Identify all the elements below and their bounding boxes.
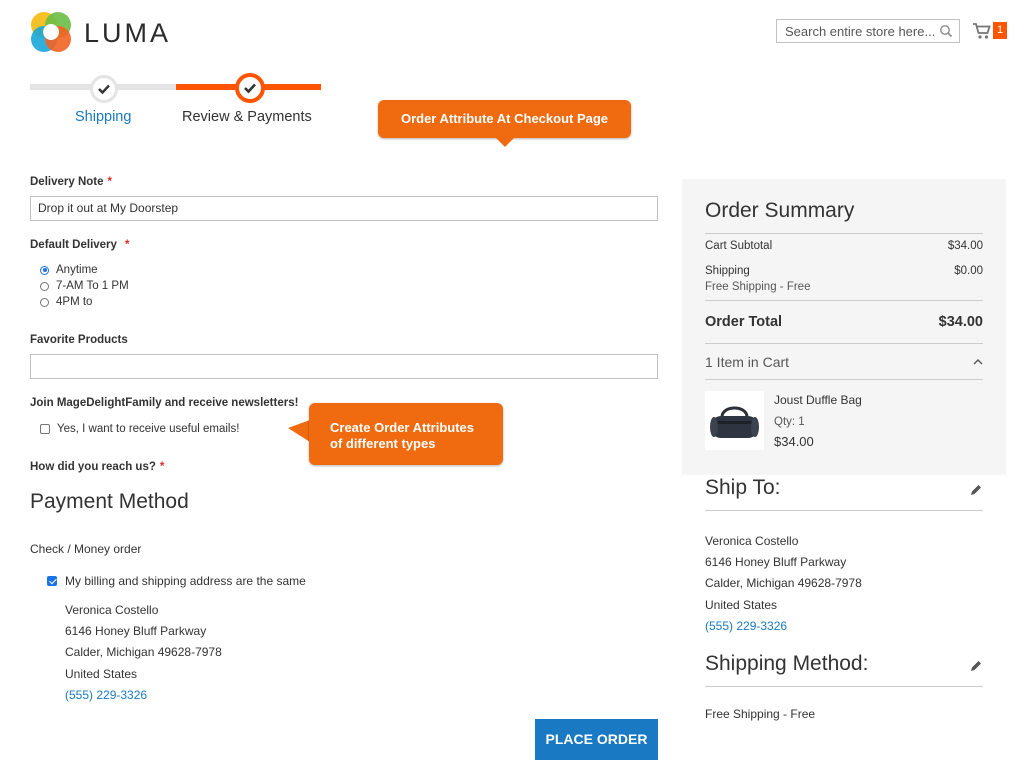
radio-label: Anytime: [56, 264, 98, 276]
required-marker: *: [159, 461, 165, 473]
product-price: $34.00: [774, 434, 814, 449]
divider: [705, 300, 983, 301]
items-in-cart-toggle[interactable]: 1 Item in Cart: [705, 354, 789, 370]
radio-label: 4PM to: [56, 296, 93, 308]
address-country: United States: [65, 666, 138, 681]
luma-logo-icon[interactable]: [30, 11, 72, 53]
delivery-note-input[interactable]: Drop it out at My Doorstep: [30, 196, 658, 221]
callout-create-attributes: Create Order Attributes of different typ…: [309, 403, 503, 465]
divider: [705, 510, 983, 511]
minicart[interactable]: 1: [972, 20, 1008, 42]
radio-7am-1pm[interactable]: 7-AM To 1 PM: [40, 278, 129, 294]
address-name: Veronica Costello: [705, 534, 799, 548]
ship-to-title: Ship To:: [705, 476, 781, 499]
cart-subtotal-label: Cart Subtotal: [705, 240, 773, 252]
callout-line: Create Order Attributes: [330, 420, 474, 435]
radio-label: 7-AM To 1 PM: [56, 280, 129, 292]
address-phone-link[interactable]: (555) 229-3326: [65, 685, 222, 706]
same-address-option[interactable]: My billing and shipping address are the …: [47, 574, 306, 588]
callout-line: of different types: [330, 436, 436, 451]
shipping-method-value: Free Shipping - Free: [705, 707, 816, 721]
newsletter-label: Join MageDelightFamily and receive newsl…: [30, 397, 299, 409]
order-summary-title: Order Summary: [705, 199, 855, 222]
edit-pencil-icon[interactable]: [969, 483, 983, 497]
search-input[interactable]: [777, 20, 935, 42]
step-review-marker: [235, 73, 265, 103]
step-label-review: Review & Payments: [182, 109, 312, 125]
radio-button[interactable]: [40, 297, 49, 307]
default-delivery-options: Anytime 7-AM To 1 PM 4PM to: [40, 262, 129, 310]
label-text: Delivery Note: [30, 176, 104, 188]
address-city: Calder, Michigan 49628-7978: [705, 576, 862, 591]
step-shipping-marker[interactable]: [90, 75, 118, 103]
billing-address: Veronica Costello 6146 Honey Bluff Parkw…: [65, 600, 222, 706]
cart-icon: [973, 23, 991, 39]
radio-4pm[interactable]: 4PM to: [40, 294, 129, 310]
radio-button[interactable]: [40, 281, 49, 291]
divider: [705, 379, 983, 380]
required-marker: *: [107, 176, 112, 188]
address-street: 6146 Honey Bluff Parkway: [65, 624, 207, 639]
label-text: Default Delivery: [30, 239, 117, 251]
edit-pencil-icon[interactable]: [969, 659, 983, 673]
payment-method-title: Payment Method: [30, 490, 189, 513]
place-order-button[interactable]: PLACE ORDER: [535, 719, 658, 760]
product-name[interactable]: Joust Duffle Bag: [774, 393, 862, 407]
check-icon: [98, 84, 110, 95]
radio-button[interactable]: [40, 265, 49, 275]
ship-to-address: Veronica Costello 6146 Honey Bluff Parkw…: [705, 531, 862, 637]
address-street: 6146 Honey Bluff Parkway: [705, 555, 847, 570]
cart-subtotal-value: $34.00: [947, 240, 983, 252]
search-icon[interactable]: [939, 24, 953, 38]
divider: [705, 233, 983, 234]
shipping-method-title: Shipping Method:: [705, 652, 869, 675]
cart-count-badge: 1: [993, 22, 1007, 39]
product-thumbnail[interactable]: [705, 391, 764, 450]
address-phone-link[interactable]: (555) 229-3326: [705, 616, 862, 637]
chevron-up-icon[interactable]: [972, 357, 984, 367]
payment-method-option[interactable]: Check / Money order: [30, 542, 141, 556]
shipping-value: $0.00: [954, 265, 983, 277]
address-city: Calder, Michigan 49628-7978: [65, 645, 222, 660]
logo-text[interactable]: LUMA: [84, 18, 171, 49]
check-icon: [244, 83, 256, 94]
newsletter-checkbox[interactable]: [40, 424, 50, 434]
callout-tail: [288, 420, 310, 442]
same-address-checkbox[interactable]: [47, 576, 57, 586]
order-total-value: $34.00: [938, 314, 983, 330]
callout-tail: [496, 138, 514, 147]
callout-order-attribute: Order Attribute At Checkout Page: [378, 100, 631, 138]
favorite-products-label: Favorite Products: [30, 334, 128, 346]
search-box[interactable]: [776, 19, 960, 43]
product-qty: Qty: 1: [774, 416, 805, 428]
address-name: Veronica Costello: [65, 603, 159, 617]
order-total-label: Order Total: [705, 314, 783, 330]
checkbox-label: My billing and shipping address are the …: [65, 574, 306, 588]
radio-anytime[interactable]: Anytime: [40, 262, 129, 278]
shipping-method-summary: Free Shipping - Free: [705, 281, 811, 293]
divider: [705, 686, 983, 687]
how-reach-label: How did you reach us? *: [30, 461, 164, 473]
divider: [705, 343, 983, 344]
step-label-shipping[interactable]: Shipping: [75, 109, 131, 125]
favorite-products-input[interactable]: [30, 354, 658, 379]
checkbox-label: Yes, I want to receive useful emails!: [57, 423, 240, 435]
default-delivery-label: Default Delivery *: [30, 239, 129, 251]
shipping-label: Shipping: [705, 265, 750, 277]
newsletter-option[interactable]: Yes, I want to receive useful emails!: [40, 421, 239, 437]
label-text: How did you reach us?: [30, 461, 156, 473]
address-country: United States: [705, 597, 778, 612]
duffle-bag-image: [710, 406, 759, 438]
delivery-note-label: Delivery Note *: [30, 176, 112, 188]
required-marker: *: [124, 239, 130, 251]
